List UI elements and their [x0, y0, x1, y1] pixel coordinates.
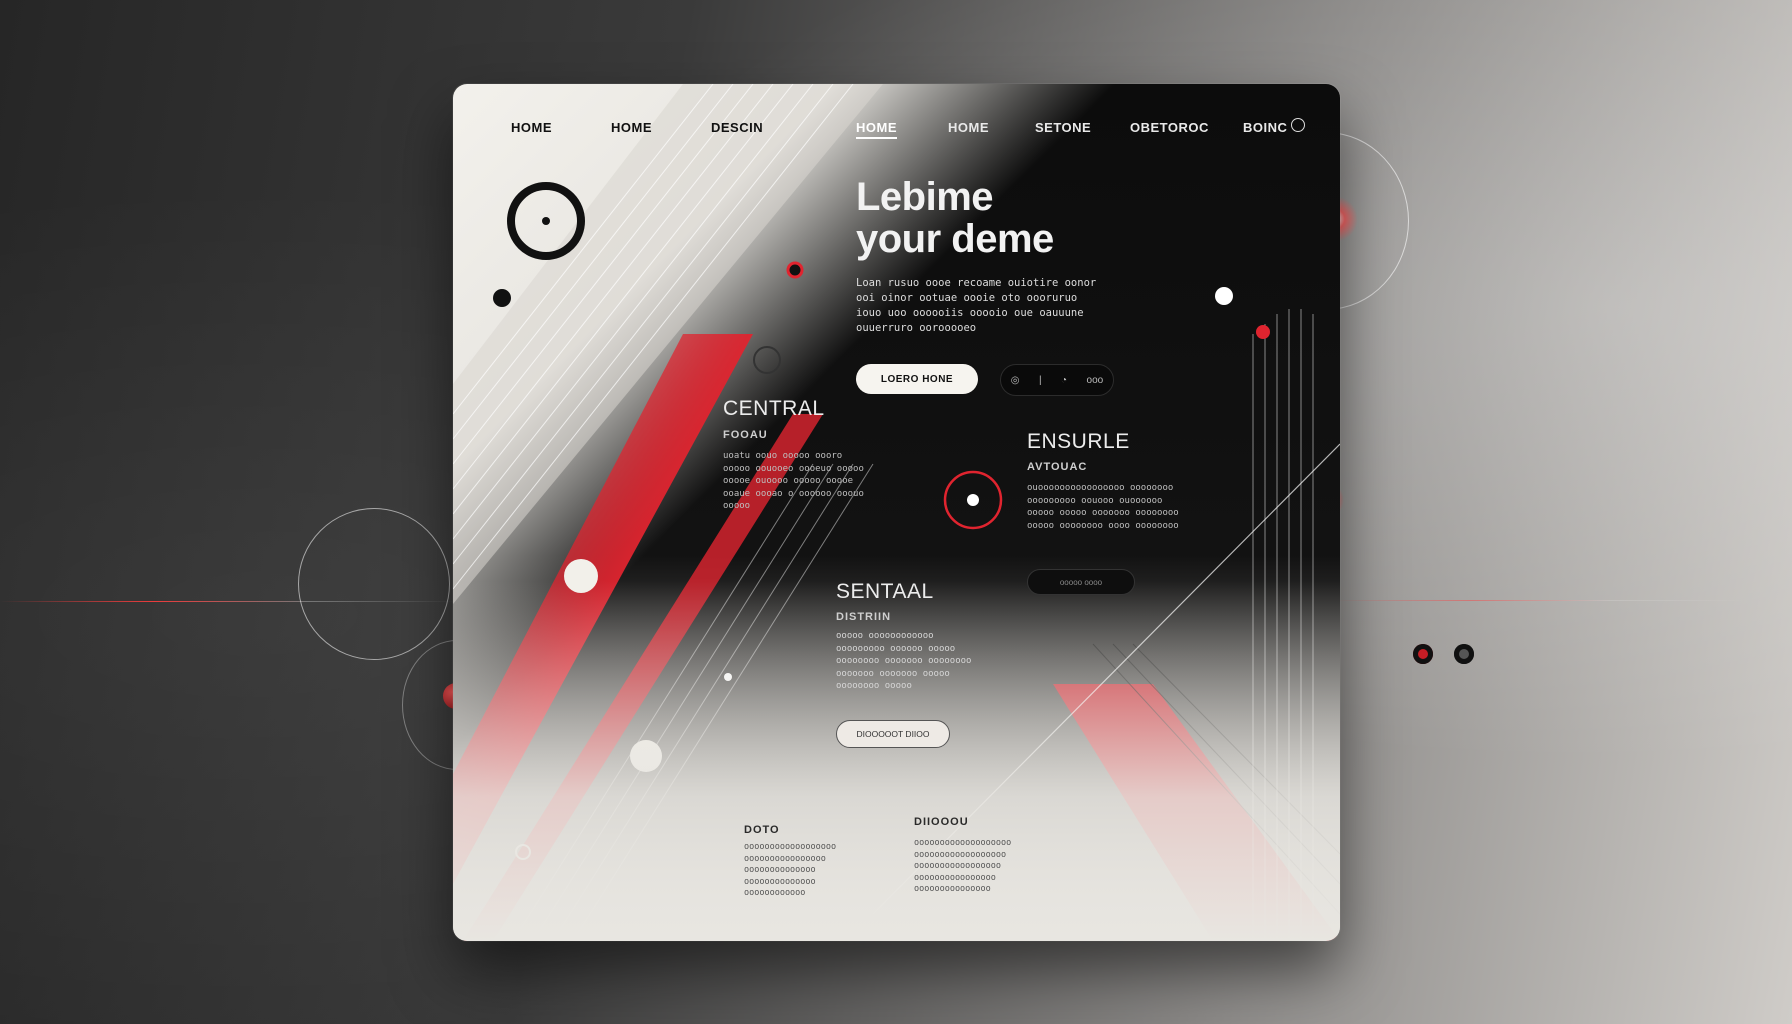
ensure-title: ENSURLE — [1027, 430, 1130, 453]
sentaal-title: SENTAAL — [836, 580, 934, 603]
outside-dot-dark — [1454, 644, 1474, 664]
right-light-streak — [1330, 600, 1750, 601]
central-title: CENTRAL — [723, 397, 825, 420]
hero-title-line-1: Lebime — [856, 175, 994, 219]
search-icon[interactable] — [1291, 118, 1305, 132]
nav-item-home-2[interactable]: HOME — [611, 120, 652, 135]
ensure-button[interactable]: ooooo oooo — [1027, 569, 1135, 595]
footer-col2-body: ooooooooooooooooooo oooooooooooooooooo o… — [914, 838, 1012, 894]
footer-col2-title: DIIOOOU — [914, 816, 969, 828]
hero-primary-button[interactable]: LOERO HONE — [856, 364, 978, 394]
outside-dot-red — [1413, 644, 1433, 664]
footer-col1-title: DOTO — [744, 824, 780, 836]
nav-item-obetoroc[interactable]: OBETOROC — [1130, 120, 1209, 135]
nav-item-home-1[interactable]: HOME — [511, 120, 552, 135]
footer-col1-body: oooooooooooooooooo oooooooooooooooo oooo… — [744, 842, 837, 898]
hero-body-text: Loan rusuo oooe recoame ouiotire oonor o… — [856, 277, 1097, 334]
control-divider: | — [1038, 374, 1042, 386]
media-controls[interactable]: ◎ | ◔ ooo — [1000, 364, 1114, 396]
top-nav: HOME HOME DESCIN HOME HOME SETONE OBETOR… — [453, 84, 1340, 154]
nav-item-home-4[interactable]: HOME — [948, 120, 989, 135]
central-body: uoatu oouo ooooo oooro ooooo oouooeo ooo… — [723, 451, 864, 511]
nav-item-home-active[interactable]: HOME — [856, 120, 897, 139]
sentaal-subtitle: DISTRIIN — [836, 611, 892, 623]
ensure-body: ouoooooooooooooooo oooooooo ooooooooo oo… — [1027, 483, 1179, 531]
website-card: HOME HOME DESCIN HOME HOME SETONE OBETOR… — [453, 84, 1340, 941]
nav-item-setone[interactable]: SETONE — [1035, 120, 1091, 135]
left-ring-large — [298, 508, 450, 660]
control-icon-2[interactable]: ◔ — [1061, 375, 1067, 386]
hero-title: Lebime your deme — [856, 176, 1156, 260]
control-label[interactable]: ooo — [1087, 375, 1104, 386]
central-subtitle: FOOAU — [723, 429, 768, 441]
nav-item-boinc[interactable]: BOINC — [1243, 120, 1287, 135]
sentaal-body: ooooo oooooooooooo ooooooooo oooooo oooo… — [836, 631, 972, 691]
hero-title-line-2: your deme — [856, 217, 1054, 261]
nav-item-descin[interactable]: DESCIN — [711, 120, 763, 135]
sentaal-button[interactable]: DIOOOOOT DIIOO — [836, 720, 950, 748]
ensure-subtitle: AVTOUAC — [1027, 461, 1088, 473]
control-icon-1[interactable]: ◎ — [1011, 375, 1020, 386]
